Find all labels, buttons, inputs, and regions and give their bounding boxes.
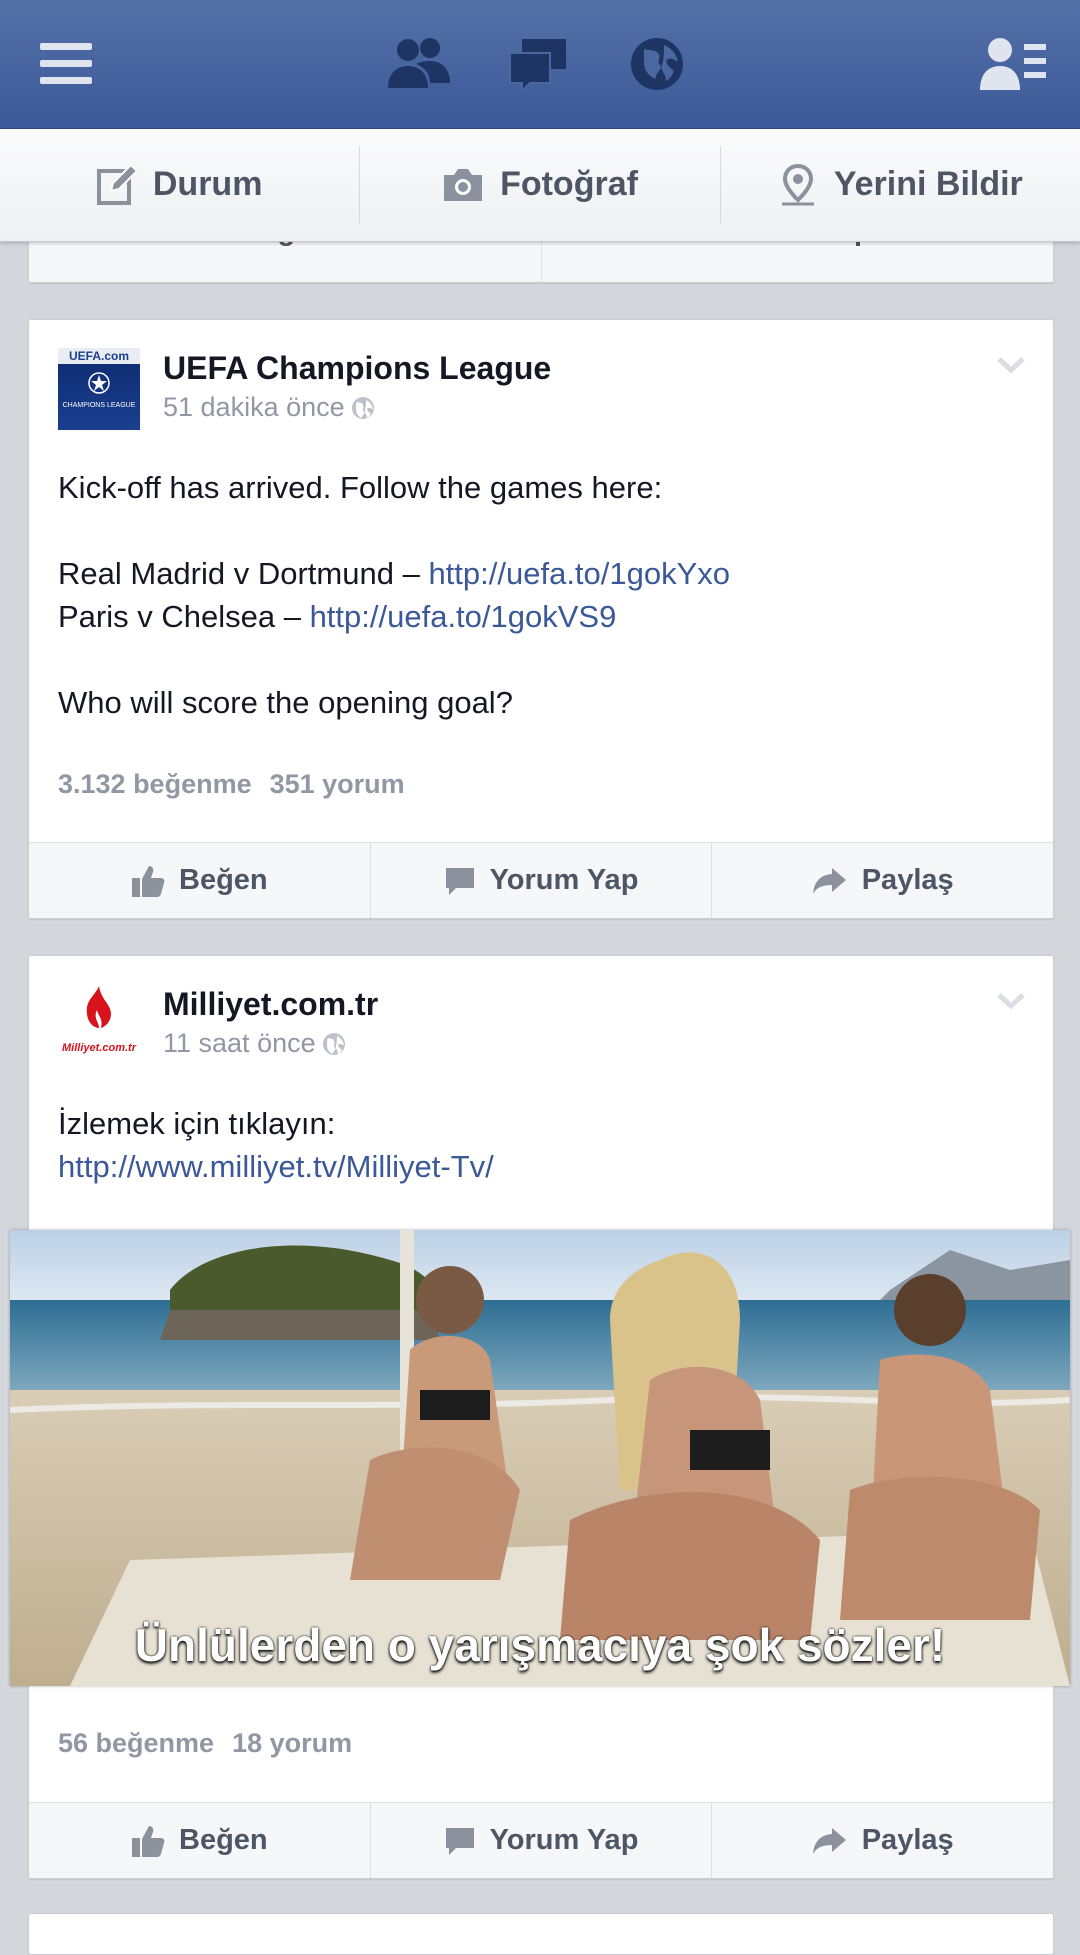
post-text-line: Kick-off has arrived. Follow the games h…: [58, 470, 663, 505]
match-text: Real Madrid v Dortmund –: [58, 556, 429, 591]
share-label: Paylaş: [861, 864, 954, 896]
avatar-logo-text: UEFA.com: [58, 348, 140, 364]
comment-count[interactable]: 18 yorum: [232, 1728, 352, 1758]
post-link[interactable]: http://www.milliyet.tv/Milliyet-Tv/: [58, 1145, 494, 1188]
post-text-line: Real Madrid v Dortmund – http://uefa.to/…: [58, 552, 730, 595]
post-link[interactable]: http://uefa.to/1gokVS9: [310, 599, 617, 634]
post-text-line: Who will score the opening goal?: [58, 685, 513, 720]
like-icon: [132, 1825, 165, 1857]
avatar-logo-text: Milliyet.com.tr: [62, 1042, 136, 1054]
next-post-card: [28, 1913, 1054, 1955]
post-timestamp[interactable]: 51 dakika önce: [163, 392, 375, 423]
photo-label: Fotoğraf: [500, 165, 638, 203]
like-icon: [132, 865, 165, 897]
globe-icon: [351, 396, 374, 419]
share-icon: [812, 1827, 846, 1854]
globe-icon: [322, 1032, 345, 1055]
checkin-button[interactable]: Yerini Bildir: [721, 128, 1080, 241]
comment-label: Yorum Yap: [489, 1824, 639, 1856]
location-pin-icon: [781, 163, 814, 205]
comment-count[interactable]: 351 yorum: [270, 769, 405, 799]
post-stats: 56 beğenme 18 yorum: [58, 1728, 352, 1759]
share-button[interactable]: Paylaş: [711, 1803, 1053, 1878]
avatar[interactable]: UEFA.com CHAMPIONS LEAGUE: [58, 348, 140, 430]
post-text: Kick-off has arrived. Follow the games h…: [58, 466, 730, 724]
comment-label: Yorum Yap: [489, 864, 639, 896]
share-label: Paylaş: [861, 1824, 954, 1856]
like-count[interactable]: 3.132 beğenme: [58, 769, 252, 799]
share-button[interactable]: Paylaş: [711, 843, 1053, 918]
photo-button[interactable]: Fotoğraf: [360, 128, 719, 241]
post-card: UEFA.com CHAMPIONS LEAGUE UEFA Champions…: [28, 319, 1054, 919]
post-actions: Beğen Yorum Yap Paylaş: [29, 842, 1053, 918]
comment-button[interactable]: Yorum Yap: [369, 1803, 712, 1878]
menu-icon[interactable]: [40, 34, 92, 94]
like-label: Beğen: [179, 864, 268, 896]
like-label: Beğen: [179, 1824, 268, 1856]
avatar[interactable]: Milliyet.com.tr: [58, 984, 140, 1066]
like-button[interactable]: Beğen: [29, 1803, 370, 1878]
share-icon: [812, 867, 846, 894]
post-photo[interactable]: Ünlülerden o yarışmacıya şok sözler!: [10, 1230, 1070, 1686]
post-author[interactable]: UEFA Champions League: [163, 350, 551, 387]
post-author[interactable]: Milliyet.com.tr: [163, 986, 378, 1023]
status-label: Durum: [152, 165, 263, 203]
checkin-label: Yerini Bildir: [833, 165, 1023, 203]
post-stats: 3.132 beğenme 351 yorum: [58, 769, 405, 800]
camera-icon: [444, 168, 483, 201]
comment-icon: [445, 867, 474, 895]
match-text: Paris v Chelsea –: [58, 599, 310, 634]
notifications-globe-icon[interactable]: [630, 34, 684, 94]
post-text: İzlemek için tıklayın: http://www.milliy…: [58, 1102, 494, 1188]
composer-bar: Durum Fotoğraf Yerini Bildir: [0, 128, 1080, 242]
post-actions: Beğen Yorum Yap Paylaş: [29, 1802, 1053, 1878]
timestamp-text: 11 saat önce: [163, 1028, 316, 1058]
top-navigation-bar: [0, 0, 1080, 129]
status-button[interactable]: Durum: [0, 128, 359, 241]
like-count[interactable]: 56 beğenme: [58, 1728, 214, 1758]
messages-icon[interactable]: [508, 34, 568, 94]
friends-list-icon[interactable]: [980, 34, 1046, 94]
post-timestamp[interactable]: 11 saat önce: [163, 1028, 346, 1059]
friend-requests-icon[interactable]: [386, 34, 450, 94]
chevron-down-icon[interactable]: [997, 356, 1025, 374]
comment-icon: [445, 1827, 474, 1855]
like-button[interactable]: Beğen: [29, 843, 370, 918]
avatar-subtitle: CHAMPIONS LEAGUE: [62, 402, 136, 409]
comment-button[interactable]: Yorum Yap: [369, 843, 712, 918]
chevron-down-icon[interactable]: [997, 992, 1025, 1010]
post-link[interactable]: http://uefa.to/1gokYxo: [428, 556, 730, 591]
photo-caption: Ünlülerden o yarışmacıya şok sözler!: [134, 1619, 946, 1671]
champions-league-star-icon: [88, 372, 110, 394]
timestamp-text: 51 dakika önce: [163, 392, 345, 422]
edit-icon: [96, 164, 137, 205]
flame-logo-icon: [86, 986, 111, 1028]
post-text-line: Paris v Chelsea – http://uefa.to/1gokVS9: [58, 595, 730, 638]
post-text-line: İzlemek için tıklayın:: [58, 1106, 336, 1141]
